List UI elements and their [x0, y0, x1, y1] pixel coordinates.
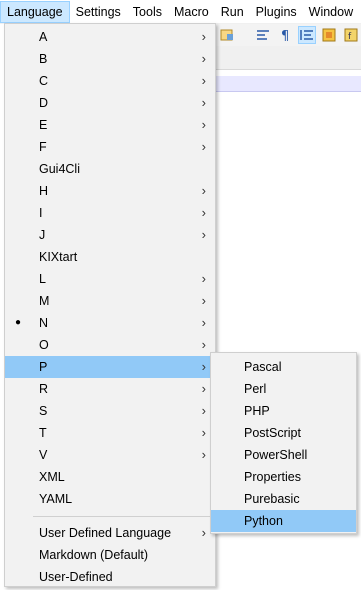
menu-item-label: User Defined Language — [39, 526, 172, 540]
menu-item-label: User-Defined — [39, 570, 113, 584]
menu-item-label: B — [39, 52, 48, 66]
menu-item-yaml[interactable]: YAML — [5, 488, 215, 510]
language-menu: A › B › C › D › E › F › Gui4Cli H › I › J › KIXtart L › M › ● N › O… — [4, 23, 216, 587]
menu-item-n[interactable]: ● N › — [5, 312, 215, 334]
menu-item-label: H — [39, 184, 49, 198]
document-map-icon[interactable] — [321, 27, 337, 43]
menu-item-label: F — [39, 140, 47, 154]
svg-text:¶: ¶ — [281, 29, 289, 43]
submenu-item-postscript[interactable]: PostScript — [211, 422, 356, 444]
submenu-arrow-icon: › — [201, 293, 206, 308]
menu-item-kixtart[interactable]: KIXtart — [5, 246, 215, 268]
menu-plugins[interactable]: Plugins — [250, 1, 303, 23]
menu-item-e[interactable]: E › — [5, 114, 215, 136]
submenu-arrow-icon: › — [201, 139, 206, 154]
submenu-arrow-icon: › — [201, 315, 206, 330]
menu-item-p[interactable]: P › — [5, 356, 215, 378]
menu-item-l[interactable]: L › — [5, 268, 215, 290]
submenu-arrow-icon: › — [201, 73, 206, 88]
menu-item-label: XML — [39, 470, 65, 484]
submenu-arrow-icon: › — [201, 29, 206, 44]
function-list-icon[interactable]: f — [343, 27, 359, 43]
menu-item-label: N — [39, 316, 49, 330]
menu-item-d[interactable]: D › — [5, 92, 215, 114]
current-line-highlight — [215, 76, 361, 92]
menu-run[interactable]: Run — [215, 1, 250, 23]
menu-item-label: M — [39, 294, 50, 308]
submenu-arrow-icon: › — [201, 425, 206, 440]
submenu-arrow-icon: › — [201, 227, 206, 242]
menu-item-m[interactable]: M › — [5, 290, 215, 312]
submenu-item-pascal[interactable]: Pascal — [211, 356, 356, 378]
menu-item-b[interactable]: B › — [5, 48, 215, 70]
menu-item-gui4cli[interactable]: Gui4Cli — [5, 158, 215, 180]
submenu-arrow-icon: › — [201, 337, 206, 352]
menu-item-user-defined[interactable]: User-Defined — [5, 566, 215, 588]
menu-language[interactable]: Language — [0, 0, 70, 23]
submenu-item-purebasic[interactable]: Purebasic — [211, 488, 356, 510]
menu-item-label: I — [39, 206, 43, 220]
menu-item-s[interactable]: S › — [5, 400, 215, 422]
submenu-arrow-icon: › — [201, 117, 206, 132]
menu-separator — [33, 516, 213, 517]
menu-item-label: E — [39, 118, 48, 132]
menu-item-label: YAML — [39, 492, 73, 506]
show-all-characters-icon[interactable]: ¶ — [277, 27, 293, 43]
submenu-item-perl[interactable]: Perl — [211, 378, 356, 400]
language-p-submenu: Pascal Perl PHP PostScript PowerShell Propert… — [210, 352, 357, 534]
menu-bar: Language Settings Tools Macro Run Plugin… — [0, 0, 361, 24]
menu-item-r[interactable]: R › — [5, 378, 215, 400]
menu-item-i[interactable]: I › — [5, 202, 215, 224]
find-files-icon[interactable] — [219, 27, 235, 43]
submenu-arrow-icon: › — [201, 51, 206, 66]
menu-item-xml[interactable]: XML — [5, 466, 215, 488]
menu-item-label: KIXtart — [39, 250, 78, 264]
menu-item-label: T — [39, 426, 47, 440]
menu-item-label: V — [39, 448, 48, 462]
indent-guide-icon[interactable] — [298, 26, 316, 44]
menu-item-label: Markdown (Default) — [39, 548, 149, 562]
menu-item-label: D — [39, 96, 49, 110]
menu-item-t[interactable]: T › — [5, 422, 215, 444]
submenu-arrow-icon: › — [201, 183, 206, 198]
submenu-arrow-icon: › — [201, 205, 206, 220]
menu-item-j[interactable]: J › — [5, 224, 215, 246]
submenu-item-powershell[interactable]: PowerShell — [211, 444, 356, 466]
menu-item-f[interactable]: F › — [5, 136, 215, 158]
menu-item-user-defined-language[interactable]: User Defined Language › — [5, 522, 215, 544]
menu-item-h[interactable]: H › — [5, 180, 215, 202]
menu-item-o[interactable]: O › — [5, 334, 215, 356]
menu-settings[interactable]: Settings — [70, 1, 127, 23]
submenu-arrow-icon: › — [201, 95, 206, 110]
toolbar: ¶ f — [215, 24, 361, 46]
menu-item-c[interactable]: C › — [5, 70, 215, 92]
submenu-arrow-icon: › — [201, 447, 206, 462]
menu-item-a[interactable]: A › — [5, 26, 215, 48]
menu-tools[interactable]: Tools — [127, 1, 168, 23]
submenu-arrow-icon: › — [201, 271, 206, 286]
menu-item-label: R — [39, 382, 49, 396]
menu-item-label: J — [39, 228, 46, 242]
menu-item-v[interactable]: V › — [5, 444, 215, 466]
submenu-arrow-icon: › — [201, 381, 206, 396]
menu-item-label: L — [39, 272, 46, 286]
menu-item-label: A — [39, 30, 48, 44]
word-wrap-icon[interactable] — [255, 27, 271, 43]
submenu-arrow-icon: › — [201, 525, 206, 540]
menu-item-markdown-default[interactable]: Markdown (Default) — [5, 544, 215, 566]
submenu-item-php[interactable]: PHP — [211, 400, 356, 422]
submenu-item-python[interactable]: Python — [211, 510, 356, 532]
menu-item-label: S — [39, 404, 48, 418]
menu-item-label: O — [39, 338, 49, 352]
selected-bullet-icon: ● — [15, 317, 22, 328]
menu-item-label: Gui4Cli — [39, 162, 80, 176]
tab-strip — [215, 46, 361, 70]
menu-window[interactable]: Window — [303, 1, 359, 23]
menu-item-label: P — [39, 360, 48, 374]
menu-macro[interactable]: Macro — [168, 1, 215, 23]
submenu-arrow-icon: › — [201, 359, 206, 374]
menu-item-label: C — [39, 74, 49, 88]
submenu-arrow-icon: › — [201, 403, 206, 418]
submenu-item-properties[interactable]: Properties — [211, 466, 356, 488]
